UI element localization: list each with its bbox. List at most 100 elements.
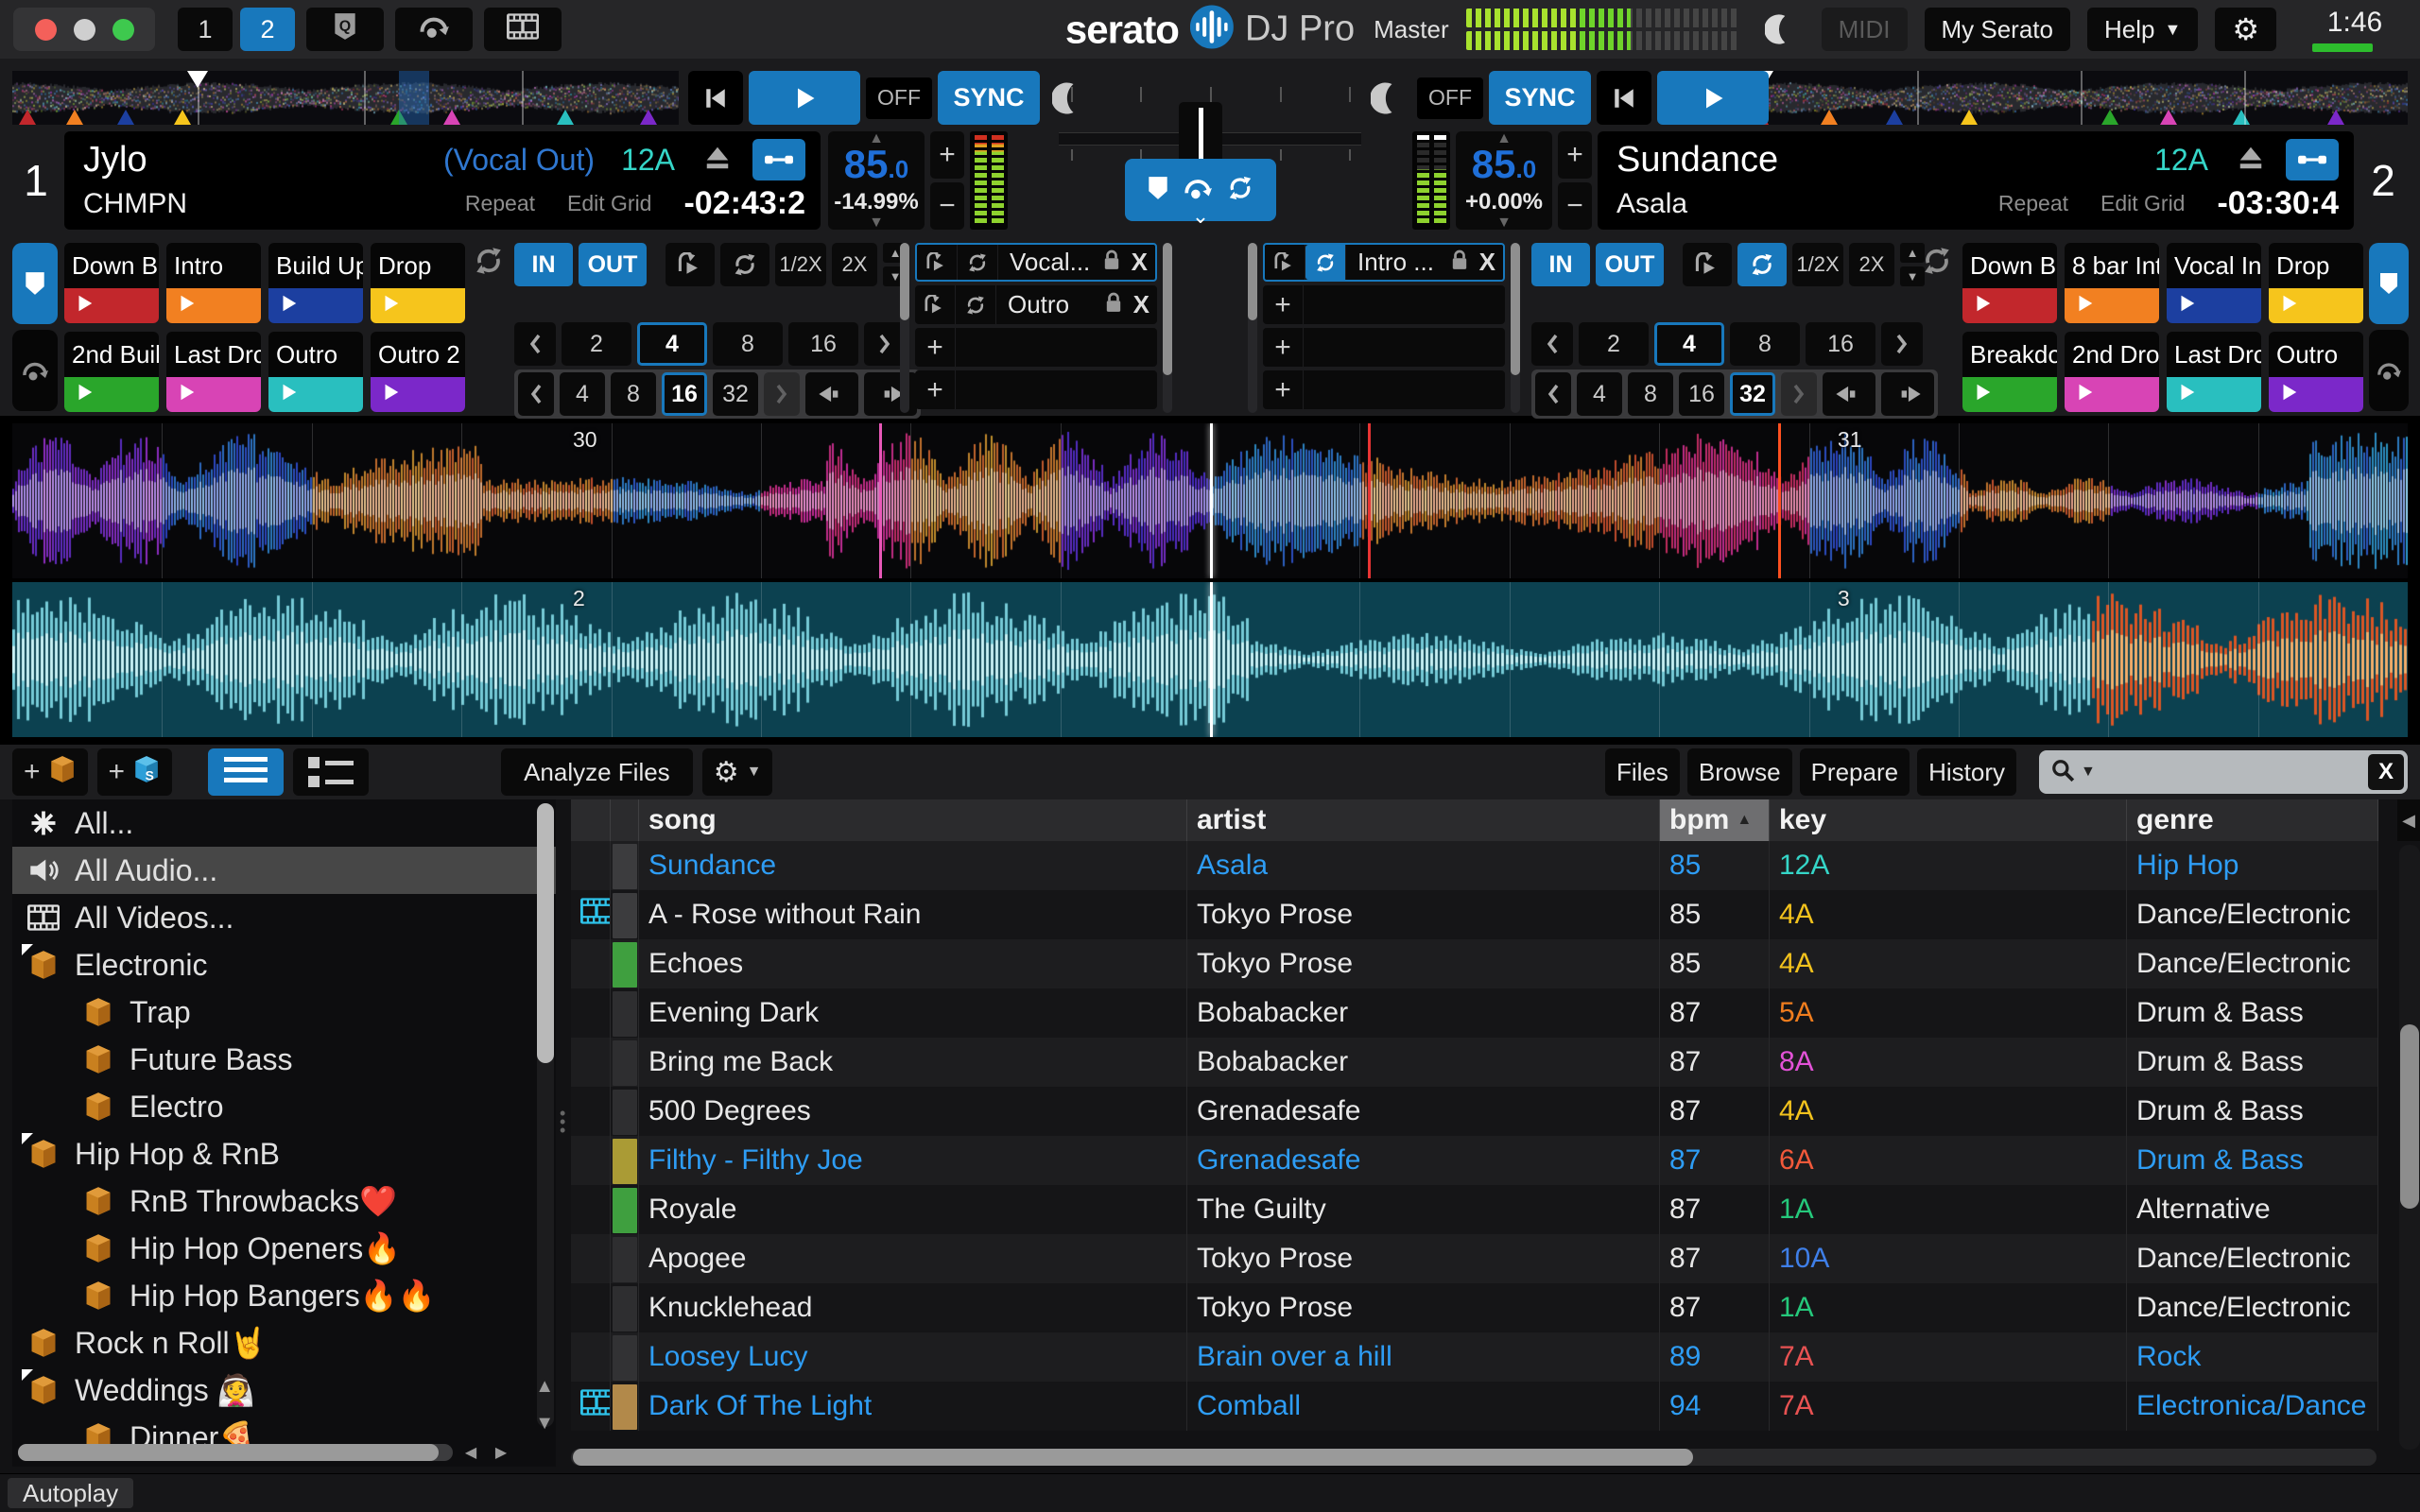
empty-loop-slot[interactable]: + bbox=[915, 370, 1157, 409]
scrollbar-thumb[interactable] bbox=[1248, 243, 1257, 320]
beat-value-button[interactable]: 8 bbox=[713, 322, 783, 366]
beat-prev-button[interactable] bbox=[1531, 322, 1573, 366]
panel-resize-handle[interactable]: • • • bbox=[560, 1105, 565, 1139]
track-row[interactable]: Dark Of The Light Comball 94 7A Electronica/… bbox=[571, 1382, 2378, 1431]
sidebar-item[interactable]: Weddings 👰 bbox=[12, 1366, 556, 1414]
delete-loop-button[interactable]: X bbox=[1132, 248, 1148, 277]
sidebar-vertical-scrollbar[interactable] bbox=[537, 803, 554, 1427]
table-horizontal-scrollbar-thumb[interactable] bbox=[573, 1449, 1693, 1466]
hot-cue-pad[interactable]: Drop bbox=[2269, 243, 2363, 323]
table-vertical-scrollbar[interactable] bbox=[2399, 845, 2420, 1450]
close-window-button[interactable] bbox=[34, 18, 57, 41]
hot-cue-pad[interactable]: Outro 2 bbox=[371, 332, 465, 412]
column-header-bpm[interactable]: bpm ▲ bbox=[1660, 799, 1770, 841]
track-row[interactable]: Knucklehead Tokyo Prose 87 1A Dance/Electron… bbox=[571, 1283, 2378, 1332]
deck2-bend-up-button[interactable]: + bbox=[1558, 131, 1592, 179]
beat-value-button[interactable]: 8 bbox=[1730, 322, 1800, 366]
beat-value-button[interactable]: 16 bbox=[788, 322, 858, 366]
deck1-main-waveform[interactable]: 30 31 bbox=[12, 423, 2408, 578]
add-crate-button[interactable]: + bbox=[12, 748, 88, 796]
beat-value-button[interactable]: 4 bbox=[560, 372, 605, 416]
deck2-edit-grid-button[interactable]: Edit Grid bbox=[2100, 191, 2185, 216]
cue-marker-icon[interactable] bbox=[65, 110, 83, 125]
sidebar-scroll-step-buttons[interactable]: ▲ ▼ bbox=[535, 1376, 554, 1435]
search-filter-caret-icon[interactable]: ▼ bbox=[2081, 764, 2096, 781]
beat-value-button[interactable]: 4 bbox=[637, 322, 707, 366]
lock-icon[interactable] bbox=[1103, 249, 1120, 276]
deck1-reloop-icon[interactable] bbox=[473, 246, 507, 280]
deck2-eject-icon[interactable] bbox=[2237, 146, 2265, 175]
hot-cue-pad[interactable]: Build Up bbox=[268, 243, 363, 323]
delete-loop-button[interactable]: X bbox=[1133, 290, 1150, 319]
two-deck-view-button[interactable]: 1 bbox=[178, 8, 233, 51]
saved-loop-slot[interactable]: Vocal... X bbox=[915, 243, 1157, 282]
cue-marker-icon[interactable] bbox=[2101, 110, 2119, 125]
detail-view-button[interactable] bbox=[293, 748, 370, 796]
deck2-bpm-down-icon[interactable]: ▼ bbox=[1496, 215, 1512, 230]
beat-value-button[interactable]: 4 bbox=[1577, 372, 1622, 416]
track-row[interactable]: 500 Degrees Grenadesafe 87 4A Drum & Bass bbox=[571, 1087, 2378, 1136]
deck1-loop-slot-play-icon[interactable] bbox=[666, 243, 715, 286]
search-clear-button[interactable]: X bbox=[2368, 754, 2404, 790]
loop-slot-loop-icon[interactable] bbox=[1305, 245, 1346, 280]
sidebar-item[interactable]: Hip Hop & RnB bbox=[12, 1130, 556, 1177]
deck2-main-waveform[interactable]: 2 3 bbox=[12, 582, 2408, 737]
cue-marker-icon[interactable] bbox=[1961, 110, 1979, 125]
analyze-files-button[interactable]: Analyze Files bbox=[501, 748, 693, 796]
saved-loops-scrollbar-left[interactable] bbox=[900, 243, 909, 413]
scrollbar-thumb[interactable] bbox=[900, 243, 909, 320]
sidebar-item[interactable]: All Audio... bbox=[12, 847, 556, 894]
deck1-play-button[interactable] bbox=[749, 71, 860, 125]
saved-loops-scrollbar-right[interactable] bbox=[1163, 243, 1172, 413]
deck1-loop-out-button[interactable]: OUT bbox=[579, 243, 647, 286]
panel-chevron-down-icon[interactable]: ⌄ bbox=[1192, 206, 1209, 227]
add-smart-crate-button[interactable]: + S bbox=[96, 748, 173, 796]
scroll-down-icon[interactable]: ▼ bbox=[535, 1413, 554, 1435]
cue-marker-icon[interactable] bbox=[2326, 110, 2344, 125]
saved-loop-slot[interactable]: Outro X bbox=[915, 285, 1157, 324]
cue-marker-icon[interactable] bbox=[1885, 110, 1903, 125]
deck1-loop-active-icon[interactable] bbox=[720, 243, 769, 286]
lock-icon[interactable] bbox=[1451, 249, 1468, 276]
list-view-button[interactable] bbox=[208, 748, 285, 796]
deck2-loop-double-button[interactable]: 2X bbox=[1849, 243, 1894, 286]
beat-value-button[interactable]: 16 bbox=[662, 372, 707, 416]
track-row[interactable]: Echoes Tokyo Prose 85 4A Dance/Electronic bbox=[571, 939, 2378, 988]
deck1-sync-button[interactable]: SYNC bbox=[938, 71, 1040, 125]
track-row[interactable]: Bring me Back Bobabacker 87 8A Drum & Bass bbox=[571, 1038, 2378, 1087]
deck2-keylock-off-button[interactable]: OFF bbox=[1417, 77, 1483, 119]
deck2-loop-in-button[interactable]: IN bbox=[1531, 243, 1590, 286]
beat-value-button[interactable]: 4 bbox=[1654, 322, 1724, 366]
deck1-back-to-start-button[interactable] bbox=[688, 71, 743, 125]
cue-marker-icon[interactable] bbox=[640, 110, 658, 125]
saved-loops-scrollbar-left[interactable] bbox=[1248, 243, 1257, 413]
sidebar-item[interactable]: All... bbox=[12, 799, 556, 847]
tab-history[interactable]: History bbox=[1917, 748, 2016, 796]
add-loop-button[interactable]: + bbox=[915, 328, 956, 367]
settings-button[interactable]: ⚙ bbox=[2215, 8, 2276, 51]
deck2-overview-waveform[interactable] bbox=[1751, 71, 2408, 125]
saved-loop-slot[interactable]: Intro ... X bbox=[1263, 243, 1505, 282]
cue-marker-icon[interactable] bbox=[2232, 110, 2250, 125]
column-header-song[interactable]: song bbox=[639, 799, 1187, 841]
hot-cue-pad[interactable]: Vocal In bbox=[2167, 243, 2261, 323]
sidebar-item[interactable]: RnB Throwbacks❤️ bbox=[12, 1177, 556, 1225]
deck1-loop-double-button[interactable]: 2X bbox=[832, 243, 877, 286]
beat-value-button[interactable]: 16 bbox=[1679, 372, 1724, 416]
track-row[interactable]: Filthy - Filthy Joe Grenadesafe 87 6A Drum &… bbox=[571, 1136, 2378, 1185]
cue-marker-icon[interactable] bbox=[19, 110, 37, 125]
expand-triangle-icon[interactable] bbox=[22, 1133, 33, 1144]
beat-prev-button[interactable] bbox=[1535, 372, 1571, 416]
deck1-bend-up-button[interactable]: + bbox=[930, 131, 964, 179]
sidebar-item[interactable]: Electro bbox=[12, 1083, 556, 1130]
midi-button[interactable]: MIDI bbox=[1821, 8, 1908, 51]
deck2-bend-down-button[interactable]: − bbox=[1558, 182, 1592, 230]
scroll-left-button[interactable]: ◀ bbox=[458, 1444, 483, 1461]
loop-slot-loop-icon[interactable] bbox=[958, 245, 998, 280]
sidebar-item[interactable]: Future Bass bbox=[12, 1036, 556, 1083]
sidebar-horizontal-scrollbar[interactable] bbox=[18, 1444, 453, 1461]
sidebar-item[interactable]: Hip Hop Openers🔥 bbox=[12, 1225, 556, 1272]
cue-marker-icon[interactable] bbox=[1820, 110, 1838, 125]
deck2-loop-active-icon[interactable] bbox=[1737, 243, 1787, 286]
deck1-keylock-off-button[interactable]: OFF bbox=[866, 77, 932, 119]
